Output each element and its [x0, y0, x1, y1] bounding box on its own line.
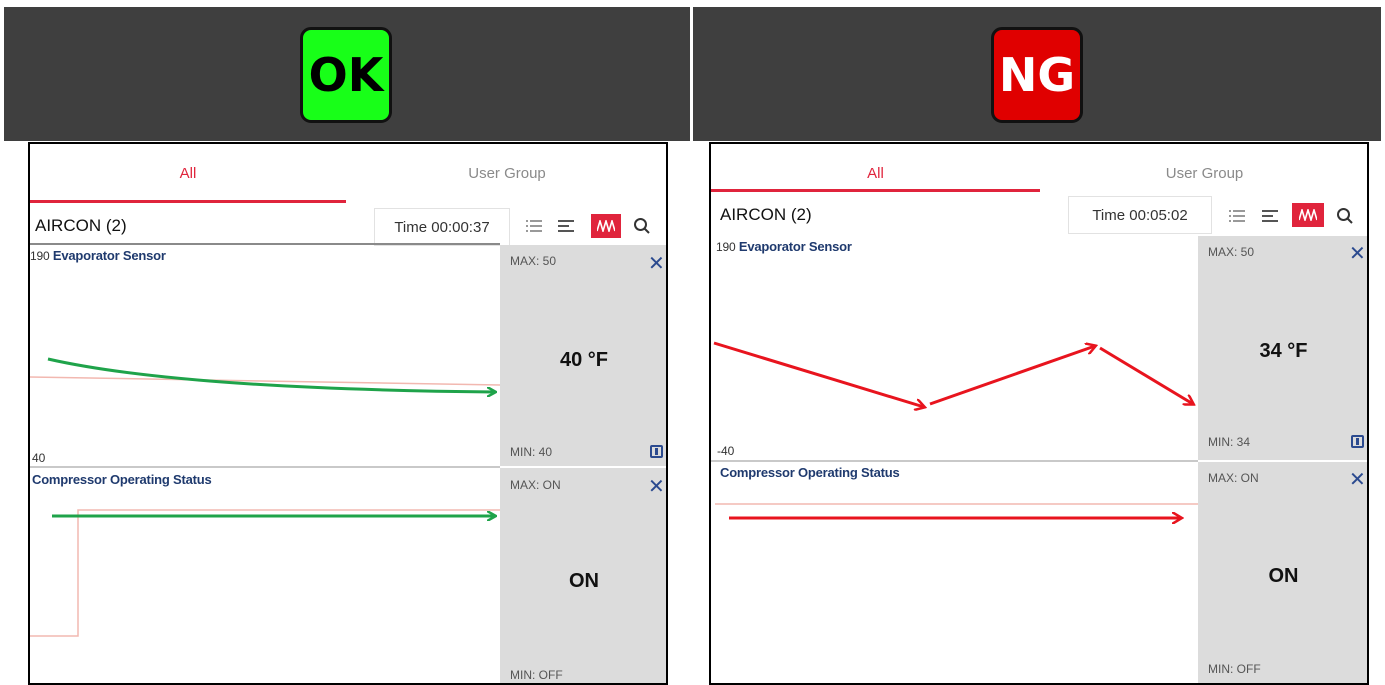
ng-overlay — [713, 341, 1198, 685]
ng-header: NG — [693, 7, 1381, 141]
ok-screen: All User Group AIRCON (2) Time 00:00:37 … — [28, 142, 668, 685]
compressor-trace — [30, 509, 500, 637]
ok-arrow-evaporator — [47, 357, 495, 392]
ng-arrow-2 — [929, 346, 1095, 406]
ng-badge: NG — [991, 27, 1083, 123]
ok-badge: OK — [300, 27, 392, 123]
ng-screen: All User Group AIRCON (2) Time 00:05:02 … — [709, 142, 1369, 685]
ng-arrow-3 — [1099, 346, 1193, 404]
ok-header: OK — [4, 7, 690, 141]
ng-arrow-1 — [713, 341, 924, 407]
ok-overlay — [30, 357, 501, 637]
